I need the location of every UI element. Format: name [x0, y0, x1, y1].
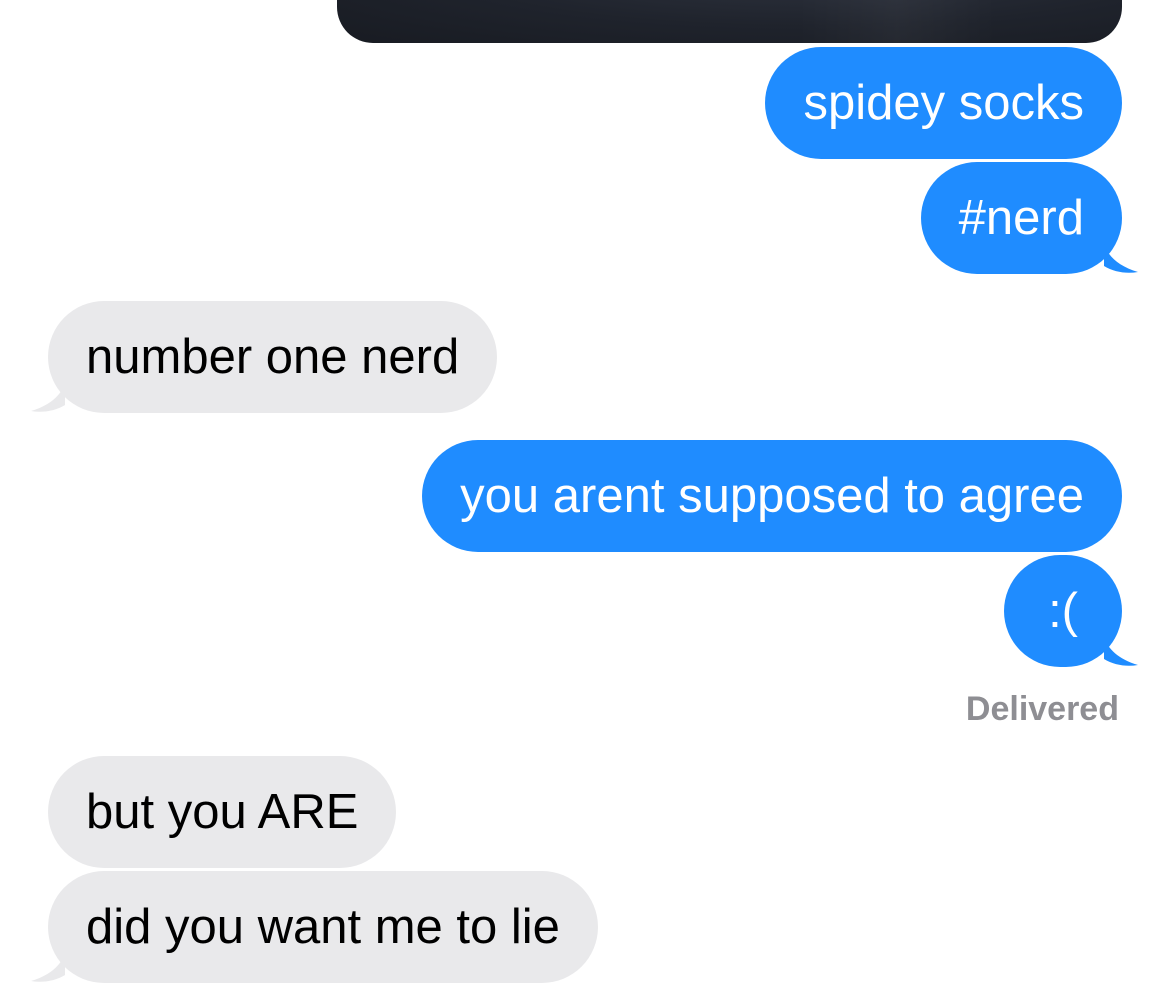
- message-bubble-received[interactable]: number one nerd: [48, 301, 498, 413]
- photo-attachment[interactable]: [337, 0, 1122, 43]
- delivery-status: Delivered: [965, 690, 1119, 728]
- message-bubble-sent[interactable]: #nerd: [920, 162, 1122, 274]
- bubble-tail-sent: [1104, 637, 1138, 667]
- message-bubble-sent[interactable]: you arent supposed to agree: [422, 440, 1122, 552]
- message-bubble-sent[interactable]: spidey socks: [765, 47, 1122, 159]
- bubble-tail-received: [31, 953, 65, 983]
- message-bubble-received[interactable]: but you ARE: [48, 756, 397, 868]
- message-bubble-received[interactable]: did you want me to lie: [48, 871, 598, 983]
- bubble-tail-sent: [1104, 244, 1138, 274]
- bubble-tail-received: [31, 383, 65, 413]
- photo-shading: [797, 0, 997, 43]
